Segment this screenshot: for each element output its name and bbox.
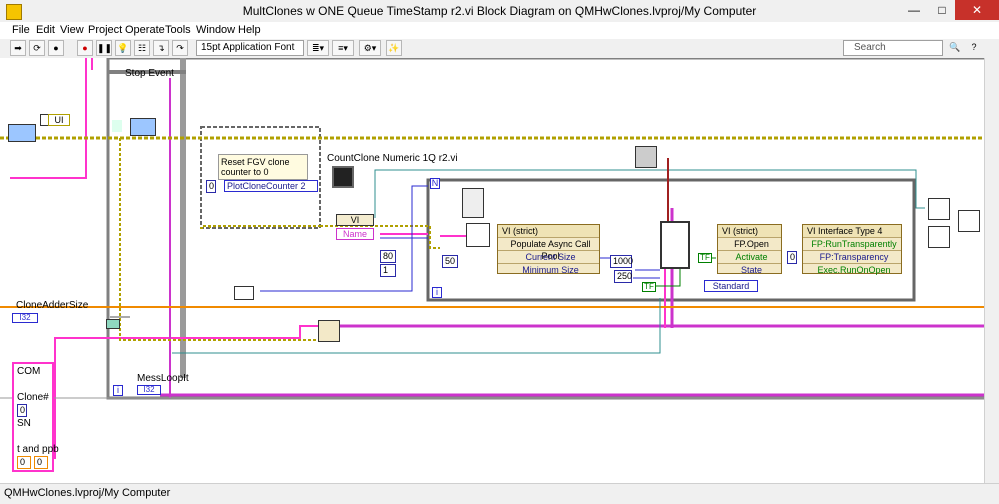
prop3-header: VI Interface Type 4 [803, 225, 901, 237]
step-into-icon[interactable]: ↴ [153, 40, 169, 56]
countclone-label: CountClone Numeric 1Q r2.vi [327, 153, 458, 164]
stop-icon[interactable]: ● [77, 40, 93, 56]
true-constant[interactable]: TF [642, 282, 656, 292]
reorder-icon[interactable]: ⚙▾ [359, 40, 381, 56]
transparency-row[interactable]: FP:Transparency [803, 250, 901, 263]
title-bar: MultClones w ONE Queue TimeStamp r2.vi B… [0, 0, 999, 23]
run-transparently-row[interactable]: FP:RunTransparently [803, 237, 901, 250]
vi-interface-property-node[interactable]: VI Interface Type 4 FP:RunTransparently … [802, 224, 902, 276]
project-path: QMHwClones.lvproj/My Computer [4, 487, 171, 499]
state-row[interactable]: State [718, 263, 781, 276]
maximize-button[interactable]: □ [928, 0, 956, 20]
stop-event-label: Stop Event [125, 68, 174, 79]
menu-edit[interactable]: Edit [36, 24, 55, 36]
menu-help[interactable]: Help [238, 24, 261, 36]
block-diagram-canvas[interactable]: UI Stop Event Reset FGV clone counter to… [0, 58, 984, 483]
align-objects-icon[interactable]: ≣▾ [307, 40, 329, 56]
const-1[interactable]: 1 [380, 264, 396, 277]
for-loop-iteration-terminal[interactable]: i [432, 287, 442, 298]
exec-run-on-open-row[interactable]: Exec.RunOnOpen [803, 263, 901, 276]
clone-adder-size-terminal[interactable]: I32 [12, 313, 38, 323]
close-button[interactable]: ✕ [955, 0, 999, 20]
enqueue-icon[interactable] [130, 118, 156, 136]
queue-icon[interactable] [8, 124, 36, 142]
com-label: COM [17, 366, 41, 377]
distribute-objects-icon[interactable]: ≡▾ [332, 40, 354, 56]
timing-subvi-icon[interactable] [635, 146, 657, 168]
error-merge-icon[interactable] [958, 210, 980, 232]
minimize-button[interactable]: — [900, 0, 928, 20]
step-over-icon[interactable]: ↷ [172, 40, 188, 56]
build-array-icon[interactable] [234, 286, 254, 300]
open-vi-reference-icon[interactable] [462, 188, 484, 218]
reset-fgv-comment: Reset FGV clone counter to 0 [218, 154, 308, 180]
countclone-vi-icon[interactable] [332, 166, 354, 188]
close-ref-icon-1[interactable] [928, 198, 950, 220]
menu-view[interactable]: View [60, 24, 84, 36]
prop1-header: VI (strict) [498, 225, 599, 237]
true-constant-2[interactable]: TF [698, 253, 712, 263]
cluster-control[interactable]: COM Clone# 0 SN t and ppb 0 0 [12, 362, 59, 472]
const-50[interactable]: 50 [442, 255, 458, 268]
run-arrow-icon[interactable]: ➡ [10, 40, 26, 56]
clone-num-value[interactable]: 0 [17, 404, 27, 417]
t-value[interactable]: 0 [17, 456, 31, 469]
window-title: MultClones w ONE Queue TimeStamp r2.vi B… [242, 4, 757, 18]
help-icon[interactable]: ? [966, 40, 982, 56]
prop1-title: Populate Async Call Pool [498, 237, 599, 261]
const-1000[interactable]: 1000 [610, 255, 633, 268]
retain-wire-values-icon[interactable]: ☷ [134, 40, 150, 56]
ppb-value[interactable]: 0 [34, 456, 48, 469]
sn-label: SN [17, 418, 31, 429]
name-property[interactable]: Name [336, 228, 374, 240]
for-loop-count-terminal[interactable]: N [430, 178, 440, 189]
messloopit-label: MessLoopIt [137, 373, 189, 384]
bundle-icon[interactable] [466, 223, 490, 247]
event-node-icon[interactable] [112, 120, 122, 132]
run-vi-icon[interactable] [660, 221, 690, 269]
clone-adder-size-label: CloneAdderSize [16, 300, 89, 311]
messloopit-indicator[interactable]: I32 [137, 385, 161, 395]
populate-async-property-node[interactable]: VI (strict) Populate Async Call Pool Cur… [497, 224, 600, 276]
fp-open-property-node[interactable]: VI (strict) FP.Open Activate State [717, 224, 782, 276]
vertical-scrollbar[interactable] [984, 58, 999, 483]
prop2-header: VI (strict) [718, 225, 781, 237]
menu-window[interactable]: Window [196, 24, 235, 36]
abort-icon[interactable]: ● [48, 40, 64, 56]
unbundle-icon[interactable] [318, 320, 340, 342]
const-250[interactable]: 250 [614, 270, 632, 283]
stop-terminal-icon[interactable] [106, 319, 120, 329]
zero-constant[interactable]: 0 [206, 180, 216, 193]
search-input[interactable]: Search [843, 40, 943, 56]
cleanup-diagram-icon[interactable]: ✨ [386, 40, 402, 56]
menu-project[interactable]: Project [88, 24, 122, 36]
while-loop-iteration-terminal[interactable]: i [113, 385, 123, 396]
vi-ref-constant[interactable]: VI [336, 214, 374, 226]
menu-file[interactable]: File [12, 24, 30, 36]
pause-icon[interactable]: ❚❚ [96, 40, 112, 56]
toolbar: ➡ ⟳ ● ● ❚❚ 💡 ☷ ↴ ↷ 15pt Application Font… [0, 39, 999, 59]
minimum-size-row[interactable]: Minimum Size [498, 263, 599, 276]
current-size-row[interactable]: Current Size [498, 250, 599, 263]
run-continuously-icon[interactable]: ⟳ [29, 40, 45, 56]
standard-enum[interactable]: Standard [704, 280, 758, 292]
plot-clone-counter-subvi[interactable]: PlotCloneCounter 2 [224, 180, 318, 192]
status-bar: QMHwClones.lvproj/My Computer [0, 483, 999, 504]
close-ref-icon-2[interactable] [928, 226, 950, 248]
t-and-ppb-label: t and ppb [17, 444, 59, 455]
font-selector[interactable]: 15pt Application Font [196, 40, 304, 56]
menu-bar: File Edit View Project Operate Tools Win… [0, 22, 999, 39]
menu-tools[interactable]: Tools [165, 24, 191, 36]
activate-row[interactable]: Activate [718, 250, 781, 263]
const-80[interactable]: 80 [380, 250, 396, 263]
menu-operate[interactable]: Operate [125, 24, 165, 36]
highlight-execution-icon[interactable]: 💡 [115, 40, 131, 56]
search-icon[interactable]: 🔍 [946, 40, 964, 56]
zero-constant-2[interactable]: 0 [787, 251, 797, 264]
fp-open-row[interactable]: FP.Open [718, 237, 781, 250]
clone-num-label: Clone# [17, 392, 49, 403]
ui-constant[interactable]: UI [48, 114, 70, 126]
